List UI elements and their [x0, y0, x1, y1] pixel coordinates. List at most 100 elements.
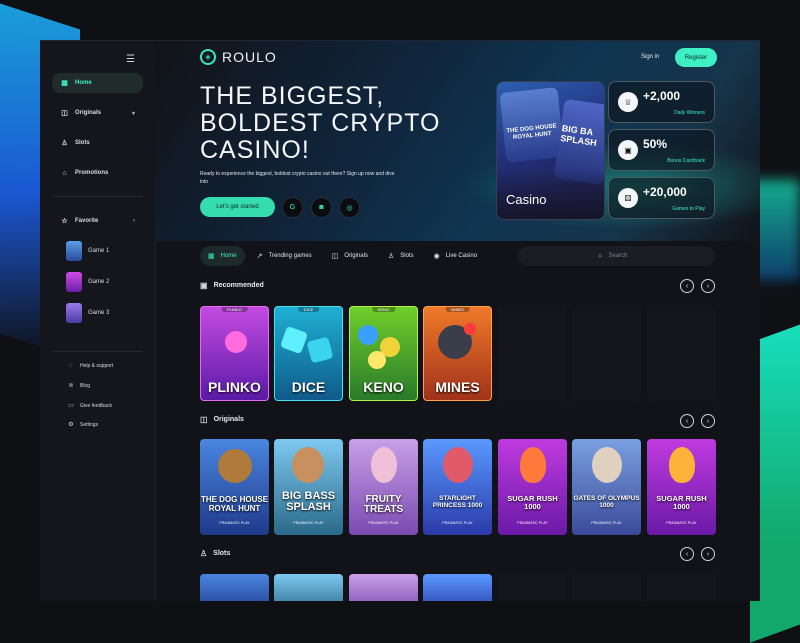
slot-tile[interactable]: [274, 574, 343, 601]
tile-label: MINES: [435, 379, 480, 395]
recommended-tile-keno[interactable]: KENO KENO: [349, 306, 418, 401]
discord-icon[interactable]: ◙: [311, 197, 332, 218]
game-tile-gates-of-olympus[interactable]: GATES OF OLYMPUS 1000 PRAGMATIC PLAY: [572, 439, 641, 535]
chevron-right-icon: ›: [133, 218, 135, 224]
stat-value: 50%: [643, 137, 668, 151]
sidebar-game-2[interactable]: Game 2: [66, 272, 109, 292]
casino-card-label: Casino: [506, 192, 547, 207]
sidebar-item-label: Promotions: [75, 170, 109, 176]
sidebar-item-slots[interactable]: ♙ Slots: [52, 133, 143, 153]
get-started-button[interactable]: Let's get started: [200, 197, 275, 217]
prev-arrow-button[interactable]: ‹: [680, 279, 694, 293]
feedback-icon: ▭: [68, 403, 74, 409]
game-thumbnail: [66, 241, 82, 261]
settings-link[interactable]: ⚙ Settings: [67, 421, 98, 429]
game-provider: PRAGMATIC PLAY: [666, 521, 697, 525]
section-title-text: Recommended: [213, 282, 264, 289]
section-title-text: Originals: [213, 416, 244, 423]
sidebar-item-favorite[interactable]: ☆ Favorite ›: [52, 211, 143, 231]
game-provider: PRAGMATIC PLAY: [442, 521, 473, 525]
game-thumbnail: [66, 272, 82, 292]
register-button[interactable]: Register: [675, 48, 717, 67]
recommended-tile-plinko[interactable]: PLINKO PLINKO: [200, 306, 269, 401]
sidebar-game-label: Game 2: [88, 279, 110, 285]
tile-label: PLINKO: [208, 379, 261, 395]
game-tile-fruity-treats[interactable]: FRUITY TREATS PRAGMATIC PLAY: [349, 439, 418, 535]
game-art: [443, 447, 473, 483]
tab-live-casino[interactable]: ◉ Live Casino: [426, 246, 485, 266]
recommended-tile-mines[interactable]: MINES MINES: [423, 306, 492, 401]
menu-collapse-icon[interactable]: ☰: [126, 54, 135, 65]
roulette-icon: ◈: [200, 49, 216, 65]
game-provider: PRAGMATIC PLAY: [293, 521, 324, 525]
gift-icon: ⌂: [62, 169, 67, 177]
grid-icon: ▦: [61, 80, 68, 87]
sidebar-item-home[interactable]: ▦ Home: [52, 73, 143, 93]
brand-logo[interactable]: ◈ ROULO: [200, 49, 277, 65]
next-arrow-button[interactable]: ›: [701, 547, 715, 561]
next-arrow-button[interactable]: ›: [701, 414, 715, 428]
section-title-text: Slots: [213, 550, 231, 557]
game-tile-big-bass[interactable]: BIG BASS SPLASH PRAGMATIC PLAY: [274, 439, 343, 535]
blog-link[interactable]: ≋ Blog: [67, 382, 90, 390]
stat-value: +2,000: [643, 89, 681, 103]
slot-tile[interactable]: [200, 574, 269, 601]
section-recommended-title: ▣ Recommended: [200, 281, 264, 290]
star-icon: ☆: [61, 218, 68, 225]
sidebar-game-3[interactable]: Game 3: [66, 303, 109, 323]
tab-slots[interactable]: ♙ Slots: [380, 246, 422, 266]
empty-tile-placeholder: [498, 306, 567, 401]
next-arrow-button[interactable]: ›: [701, 279, 715, 293]
game-tile-sugar-rush-1[interactable]: SUGAR RUSH 1000 PRAGMATIC PLAY: [498, 439, 567, 535]
tab-trending-games[interactable]: ↗ Trending games: [249, 246, 320, 266]
sidebar-item-originals[interactable]: ◫ Originals ▾: [52, 103, 143, 123]
trending-icon: ↗: [256, 253, 263, 260]
game-art: [669, 447, 695, 483]
game-provider: PRAGMATIC PLAY: [219, 521, 250, 525]
sidebar-item-promotions[interactable]: ⌂ Promotions: [52, 163, 143, 183]
help-support-link[interactable]: ◌ Help & support: [67, 363, 113, 369]
hero-headline: THE BIGGEST, BOLDEST CRYPTO CASINO!: [200, 82, 441, 164]
give-feedback-link[interactable]: ▭ Give feedback: [67, 402, 112, 410]
plinko-ball: [225, 331, 247, 353]
stat-label: Daily Winners: [674, 110, 705, 116]
link-label: Help & support: [80, 363, 114, 369]
recommended-tile-dice[interactable]: DICE DICE: [274, 306, 343, 401]
hero-subtext: Ready to experience the biggest, boldest…: [200, 171, 395, 185]
category-tabs: ▦ Home ↗ Trending games ◫ Originals ♙ Sl…: [200, 246, 489, 266]
stat-games-to-play: ⚄ +20,000 Games to Play: [608, 177, 715, 219]
slot-tile[interactable]: [349, 574, 418, 601]
prev-arrow-button[interactable]: ‹: [680, 414, 694, 428]
tab-originals[interactable]: ◫ Originals: [324, 246, 376, 266]
empty-tile-placeholder: [572, 306, 641, 401]
tab-label: Trending games: [268, 253, 312, 259]
google-icon[interactable]: G: [282, 197, 303, 218]
tab-label: Slots: [400, 253, 414, 259]
game-tile-sugar-rush-2[interactable]: SUGAR RUSH 1000 PRAGMATIC PLAY: [647, 439, 716, 535]
game-tile-dog-house[interactable]: THE DOG HOUSE ROYAL HUNT PRAGMATIC PLAY: [200, 439, 269, 535]
casino-card[interactable]: THE DOG HOUSE ROYAL HUNT BIG BA SPLASH C…: [496, 81, 605, 220]
instagram-icon[interactable]: ◎: [339, 197, 360, 218]
tile-label: DICE: [291, 379, 326, 395]
search-icon: ⌕: [598, 251, 603, 260]
joystick-icon: ♙: [387, 253, 395, 260]
tab-label: Home: [220, 253, 237, 259]
calendar-icon: ▣: [200, 281, 208, 290]
game-provider: PRAGMATIC PLAY: [368, 521, 399, 525]
tab-home[interactable]: ▦ Home: [200, 246, 245, 266]
slot-tile[interactable]: [423, 574, 492, 601]
tab-label: Originals: [344, 253, 368, 259]
game-tile-starlight-princess[interactable]: STARLIGHT PRINCESS 1000 PRAGMATIC PLAY: [423, 439, 492, 535]
empty-tile-placeholder: [572, 574, 641, 601]
keno-ball: [368, 351, 386, 369]
signin-link[interactable]: Sign in: [641, 54, 659, 60]
sidebar-game-1[interactable]: Game 1: [66, 241, 109, 261]
search-input[interactable]: ⌕ Search: [518, 246, 715, 266]
sidebar-item-label: Home: [75, 80, 92, 86]
game-art: [592, 447, 622, 483]
game-thumbnail: [66, 303, 82, 323]
trophy-icon: ♕: [618, 92, 638, 112]
dice-shape: [306, 336, 334, 364]
stat-bonus-cashback: ▣ 50% Bonus Cashback: [608, 129, 715, 171]
prev-arrow-button[interactable]: ‹: [680, 547, 694, 561]
